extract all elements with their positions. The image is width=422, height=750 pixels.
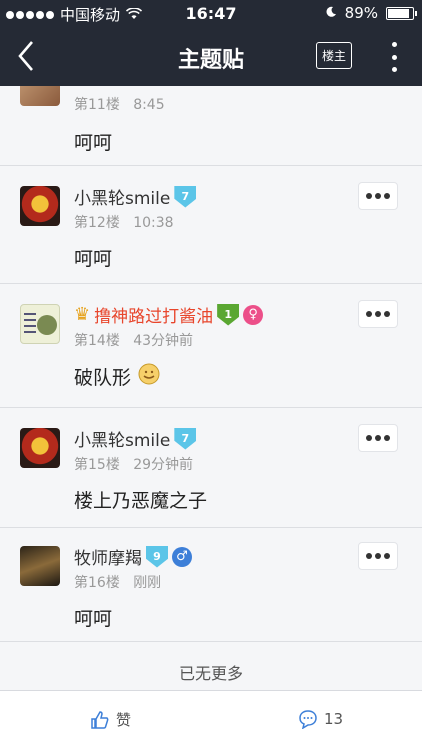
crown-icon: ♛ <box>74 304 91 325</box>
top-bar: 中国移动 16:47 89% 主题贴 楼主 <box>0 0 422 86</box>
avatar[interactable] <box>20 546 60 586</box>
level-badge: 9 <box>146 545 168 568</box>
avatar[interactable] <box>20 86 60 106</box>
list-item: 小黑轮smile 7 第12楼 10:38 呵呵 <box>0 166 422 284</box>
post-meta: 第16楼 刚刚 <box>74 575 162 591</box>
user-name[interactable]: 小黑轮smile <box>74 426 170 451</box>
post-content: 楼上乃恶魔之子 <box>74 490 208 512</box>
avatar[interactable] <box>20 304 60 344</box>
user-name[interactable]: 撸神路过打酱油 <box>94 302 213 327</box>
post-list: 第11楼 8:45 呵呵 小黑轮smile 7 第12楼 10:38 呵呵 ♛ … <box>0 86 422 690</box>
battery-icon <box>386 6 417 20</box>
level-badge: 7 <box>174 427 197 450</box>
list-item: 小黑轮smile 7 第15楼 29分钟前 楼上乃恶魔之子 <box>0 408 422 528</box>
post-meta: 第14楼 43分钟前 <box>74 333 194 349</box>
level-badge: 7 <box>174 185 197 208</box>
post-meta: 第12楼 10:38 <box>74 215 174 231</box>
page-title: 主题贴 <box>177 48 244 73</box>
post-options-button[interactable] <box>358 182 398 210</box>
post-meta: 第15楼 29分钟前 <box>74 457 194 473</box>
post-content: 呵呵 <box>74 248 113 270</box>
post-content: 呵呵 <box>74 132 113 154</box>
comment-icon <box>299 710 317 729</box>
list-item: 牧师摩羯 9 ♂ 第16楼 刚刚 呵呵 <box>0 528 422 642</box>
thumbs-up-icon <box>91 710 109 729</box>
bottom-toolbar: 赞 13 <box>0 690 422 750</box>
smile-emoji-icon <box>137 362 161 391</box>
more-menu-button[interactable] <box>390 42 398 72</box>
only-op-button[interactable]: 楼主 <box>315 42 352 69</box>
level-badge: 1 <box>217 303 240 326</box>
post-options-button[interactable] <box>358 300 398 328</box>
user-name[interactable]: 小黑轮smile <box>74 184 170 209</box>
male-icon: ♂ <box>172 546 192 567</box>
post-content: 破队形 <box>74 362 161 391</box>
nav-bar: 主题贴 楼主 <box>0 28 422 86</box>
comment-count: 13 <box>324 710 344 728</box>
comment-button[interactable]: 13 <box>298 709 343 729</box>
status-bar: 中国移动 16:47 89% <box>0 0 422 28</box>
list-end-label: 已无更多 <box>178 664 243 683</box>
female-icon: ♀ <box>243 304 264 325</box>
moon-icon <box>325 4 337 22</box>
post-content: 呵呵 <box>74 608 113 630</box>
post-options-button[interactable] <box>358 424 398 452</box>
post-options-button[interactable] <box>358 542 398 570</box>
avatar[interactable] <box>20 428 60 468</box>
like-label: 赞 <box>116 711 132 729</box>
avatar[interactable] <box>20 186 60 226</box>
list-item: 第11楼 8:45 呵呵 <box>0 86 422 166</box>
battery-percent: 89% <box>344 4 378 22</box>
like-button[interactable]: 赞 <box>90 709 131 730</box>
post-meta: 第11楼 8:45 <box>74 97 165 113</box>
list-item: ♛ 撸神路过打酱油 1 ♀ 第14楼 43分钟前 破队形 <box>0 284 422 408</box>
user-name[interactable]: 牧师摩羯 <box>74 544 142 569</box>
